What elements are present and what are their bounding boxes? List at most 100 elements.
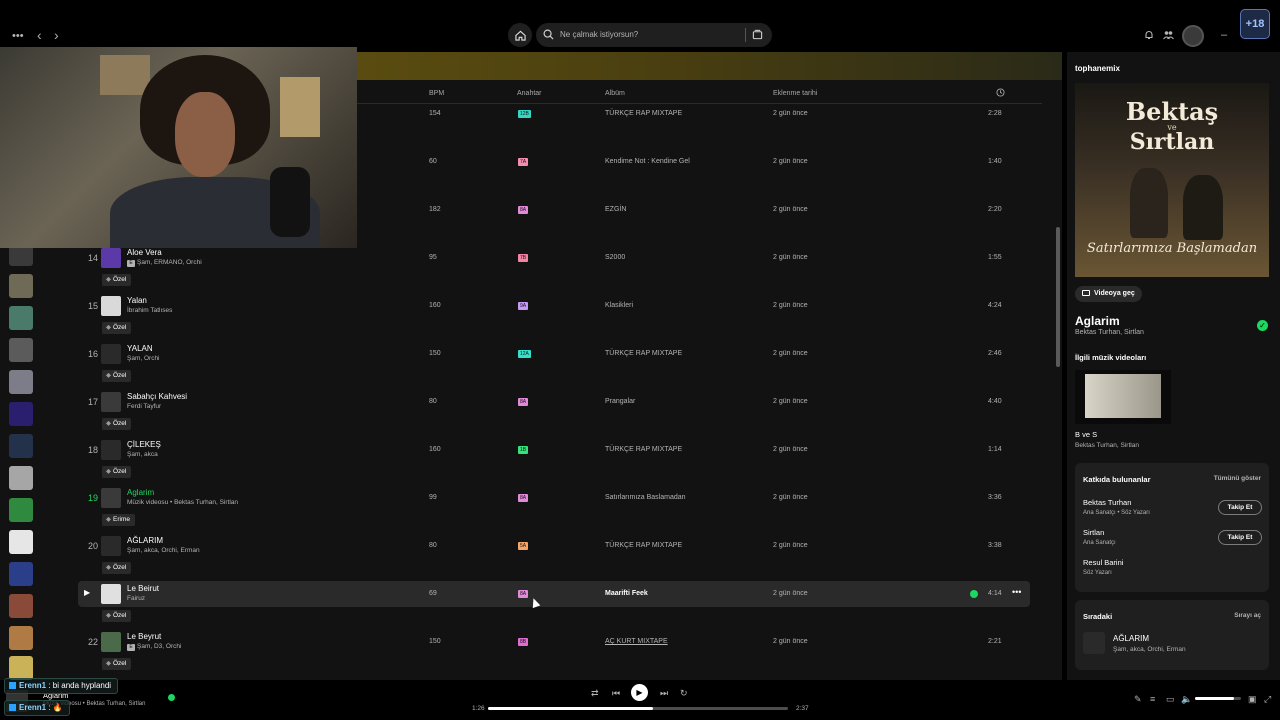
music-video-thumbnail[interactable] (1075, 370, 1171, 424)
shuffle-icon[interactable]: ⇄ (591, 688, 599, 699)
track-tag[interactable]: ◆ Erime (102, 514, 135, 526)
track-title[interactable]: Yalan (127, 296, 147, 305)
track-row[interactable]: 14 Aloe Vera E Şam, ERMANO, Orchi 95 7B S2000 2… (78, 245, 1030, 271)
more-options-icon[interactable]: ••• (12, 29, 24, 43)
track-album[interactable]: Kendime Not : Kendine Gel (605, 158, 690, 165)
column-added[interactable]: Eklenme tarihi (773, 90, 817, 97)
track-tag[interactable]: ◆ Özel (102, 274, 132, 286)
track-artists-text[interactable]: Fairuz (127, 595, 145, 602)
library-item[interactable] (9, 594, 33, 618)
follow-button[interactable]: Takip Et (1218, 500, 1262, 515)
track-album[interactable]: Prangalar (605, 398, 635, 405)
open-queue-link[interactable]: Sırayı aç (1234, 612, 1261, 619)
saved-check-icon[interactable] (168, 694, 175, 701)
column-album[interactable]: Albüm (605, 90, 625, 97)
column-key[interactable]: Anahtar (517, 90, 542, 97)
play-icon[interactable]: ▶ (84, 588, 90, 597)
mini-player-icon[interactable]: ▣ (1248, 694, 1257, 705)
search-input[interactable]: Ne çalmak istiyorsun? (536, 23, 772, 47)
now-playing-title[interactable]: Aglarim (1075, 314, 1120, 328)
music-video-title[interactable]: B ve S (1075, 430, 1097, 439)
progress-bar[interactable] (488, 707, 788, 710)
track-title[interactable]: Aglarim (127, 488, 154, 497)
repeat-icon[interactable]: ↻ (680, 688, 688, 699)
track-tag[interactable]: ◆ Özel (102, 418, 132, 430)
track-title[interactable]: Le Beyrut (127, 632, 161, 641)
now-playing-artists[interactable]: Bektas Turhan, Sirtlan (1075, 329, 1144, 336)
track-artists-text[interactable]: İbrahim Tatlıses (127, 307, 172, 314)
track-album[interactable]: Satırlarımıza Baslamadan (605, 494, 686, 501)
column-bpm[interactable]: BPM (429, 90, 444, 97)
library-item[interactable] (9, 434, 33, 458)
library-item[interactable] (9, 306, 33, 330)
credits-show-all[interactable]: Tümünü göster (1214, 475, 1261, 482)
track-tag[interactable]: ◆ Özel (102, 370, 132, 382)
track-title[interactable]: YALAN (127, 344, 153, 353)
track-title[interactable]: Le Beirut (127, 584, 159, 593)
track-title[interactable]: Aloe Vera (127, 248, 162, 257)
user-avatar[interactable] (1182, 25, 1204, 47)
track-row[interactable]: 18 ÇİLEKEŞ Şam, akca 160 1B TÜRKÇE RAP MIXTAP… (78, 437, 1030, 463)
volume-icon[interactable]: 🔈 (1181, 694, 1192, 705)
credit-name[interactable]: Sirtlan (1083, 528, 1104, 537)
track-artists-text[interactable]: Şam, akca (127, 451, 158, 458)
track-tag[interactable]: ◆ Özel (102, 322, 132, 334)
forward-arrow-icon[interactable]: › (54, 28, 59, 42)
track-row[interactable]: ▶ Le Beirut Fairuz 69 8A Maarifti Feek 2 gün ö… (78, 581, 1030, 607)
track-artists-text[interactable]: Müzik videosu • Bektas Turhan, Sirtlan (127, 499, 238, 506)
track-album[interactable]: EZGİN (605, 206, 626, 213)
track-row[interactable]: 16 YALAN Şam, Orchi 150 12A TÜRKÇE RAP MIXTAP… (78, 341, 1030, 367)
track-album[interactable]: AÇ KURT MIXTAPE (605, 638, 668, 645)
next-icon[interactable]: ⏭ (660, 688, 668, 699)
saved-check-icon[interactable] (970, 590, 978, 598)
track-album[interactable]: Maarifti Feek (605, 590, 648, 597)
track-title[interactable]: AĞLARIM (127, 536, 163, 545)
home-button[interactable] (508, 23, 532, 47)
track-tag[interactable]: ◆ Özel (102, 466, 132, 478)
library-item[interactable] (9, 338, 33, 362)
track-album[interactable]: TÜRKÇE RAP MIXTAPE (605, 446, 682, 453)
track-album[interactable]: TÜRKÇE RAP MIXTAPE (605, 110, 682, 117)
library-item[interactable] (9, 402, 33, 426)
minimize-icon[interactable]: – (1221, 28, 1227, 42)
track-row[interactable]: 15 Yalan İbrahim Tatlıses 160 9A Klasikleri 2 … (78, 293, 1030, 319)
previous-icon[interactable]: ⏮ (612, 688, 620, 699)
library-item[interactable] (9, 530, 33, 554)
track-title[interactable]: ÇİLEKEŞ (127, 440, 161, 449)
follow-button[interactable]: Takip Et (1218, 530, 1262, 545)
panel-header[interactable]: tophanemix (1075, 64, 1120, 73)
saved-check-icon[interactable]: ✓ (1257, 320, 1268, 331)
library-item[interactable] (9, 562, 33, 586)
track-album[interactable]: Klasikleri (605, 302, 633, 309)
credit-name[interactable]: Resul Barini (1083, 558, 1123, 567)
library-item[interactable] (9, 656, 33, 680)
track-artists-text[interactable]: Şam, Orchi (127, 355, 160, 362)
track-artists-text[interactable]: Şam, akca, Orchi, Erman (127, 547, 200, 554)
track-artists-text[interactable]: Şam, ERMANO, Orchi (137, 259, 202, 266)
browse-icon[interactable] (752, 29, 763, 40)
library-item[interactable] (9, 626, 33, 650)
friends-icon[interactable] (1163, 30, 1174, 40)
credit-name[interactable]: Bektas Turhan (1083, 498, 1131, 507)
track-album[interactable]: TÜRKÇE RAP MIXTAPE (605, 542, 682, 549)
switch-to-video-button[interactable]: Videoya geç (1075, 286, 1142, 302)
scrollbar[interactable] (1056, 227, 1060, 367)
track-row[interactable]: 17 Sabahçı Kahvesi Ferdi Tayfur 80 8A Prangal… (78, 389, 1030, 415)
back-arrow-icon[interactable]: ‹ (37, 28, 42, 42)
track-row[interactable]: 20 AĞLARIM Şam, akca, Orchi, Erman 80 5A TÜRK… (78, 533, 1030, 559)
library-item[interactable] (9, 370, 33, 394)
track-album[interactable]: TÜRKÇE RAP MIXTAPE (605, 350, 682, 357)
track-title[interactable]: Sabahçı Kahvesi (127, 392, 187, 401)
library-item[interactable] (9, 466, 33, 490)
track-album[interactable]: S2000 (605, 254, 625, 261)
track-tag[interactable]: ◆ Özel (102, 562, 132, 574)
queue-icon[interactable]: ≡ (1150, 694, 1155, 704)
track-artists-text[interactable]: Ferdi Tayfur (127, 403, 161, 410)
queue-track-title[interactable]: AĞLARIM (1113, 634, 1149, 643)
play-button[interactable]: ▶ (631, 684, 648, 701)
fullscreen-icon[interactable]: ⤢ (1264, 694, 1271, 705)
track-row[interactable]: 22 Le Beyrut E Şam, D3, Orchi 150 8B AÇ KURT M… (78, 629, 1030, 655)
bell-icon[interactable] (1144, 30, 1154, 40)
library-item[interactable] (9, 498, 33, 522)
volume-slider[interactable] (1195, 697, 1241, 700)
